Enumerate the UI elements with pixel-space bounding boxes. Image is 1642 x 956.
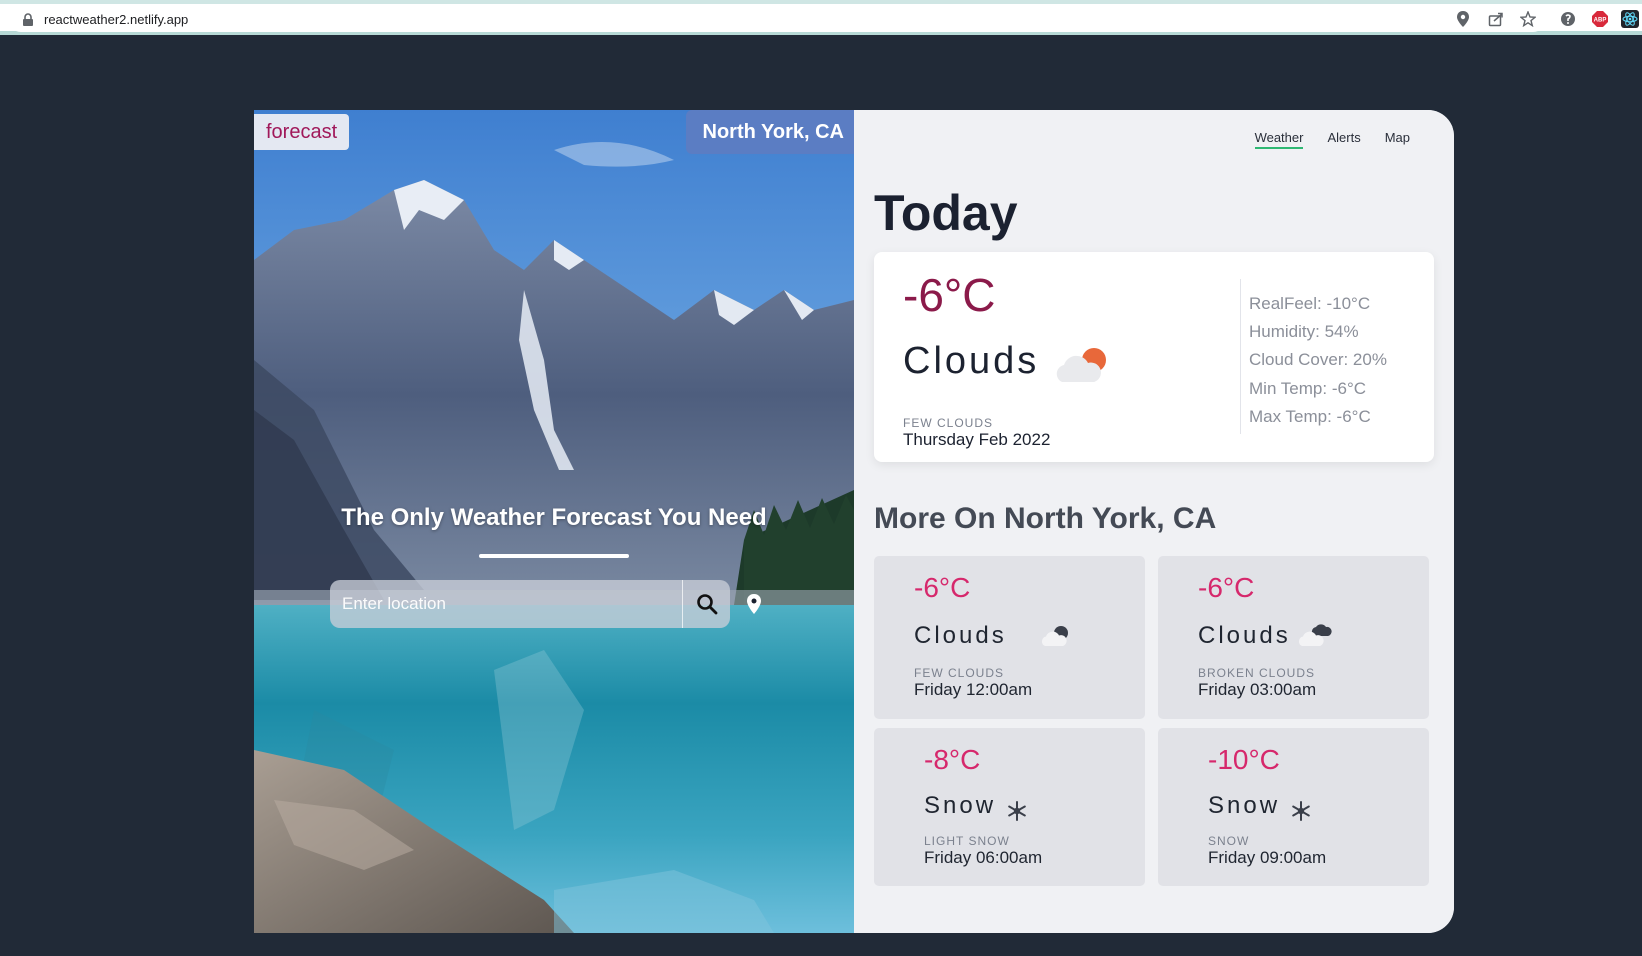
address-bar[interactable]: reactweather2.netlify.app [8, 6, 1546, 32]
weather-panel: Weather Alerts Map Today -6°C Clouds few… [854, 110, 1454, 933]
partly-cloudy-icon [1056, 348, 1106, 382]
search-bar [330, 580, 730, 628]
forecast-condition: Snow [1208, 792, 1281, 819]
adblock-icon[interactable]: ABP [1590, 9, 1610, 29]
nav-alerts[interactable]: Alerts [1327, 130, 1360, 149]
nav-weather[interactable]: Weather [1254, 130, 1304, 149]
cloud-cover-value: Cloud Cover: 20% [1249, 350, 1387, 370]
forecast-condition: Snow [924, 792, 997, 819]
forecast-card: -8°C Snow light snow Friday 06:00am [874, 728, 1145, 886]
main-nav: Weather Alerts Map [1254, 130, 1410, 149]
today-card: -6°C Clouds few clouds Thursday Feb 2022… [874, 252, 1434, 462]
today-details-list: RealFeel: -10°C Humidity: 54% Cloud Cove… [1249, 290, 1387, 431]
today-temperature: -6°C [903, 269, 996, 321]
forecast-condition: Clouds [914, 622, 1007, 649]
more-on-heading: More On North York, CA [874, 502, 1217, 535]
min-temp-value: Min Temp: -6°C [1249, 378, 1367, 398]
url-text[interactable]: reactweather2.netlify.app [44, 12, 188, 27]
forecast-time: Friday 06:00am [924, 848, 1043, 867]
forecast-description: few clouds [914, 666, 1005, 680]
location-icon[interactable] [1453, 9, 1473, 29]
details-divider [1240, 279, 1241, 434]
hero-section: forecast North York, CA The Only Weather… [254, 110, 854, 933]
current-location-label: North York, CA [685, 110, 854, 154]
forecast-time: Friday 09:00am [1208, 848, 1327, 867]
location-search-input[interactable] [330, 580, 682, 628]
forecast-card: -10°C Snow snow Friday 09:00am [1158, 728, 1429, 886]
forecast-time: Friday 12:00am [914, 680, 1033, 699]
browser-toolbar: reactweather2.netlify.app ABP [0, 4, 1642, 35]
snowflake-icon [1008, 801, 1026, 821]
extension-icon[interactable] [1558, 9, 1578, 29]
nav-map[interactable]: Map [1385, 130, 1410, 149]
brand-logo[interactable]: forecast [254, 114, 350, 150]
hero-tagline: The Only Weather Forecast You Need [341, 504, 767, 531]
adblock-label: ABP [1594, 18, 1607, 24]
forecast-description: broken clouds [1198, 666, 1316, 680]
forecast-temperature: -6°C [914, 572, 971, 603]
forecast-temperature: -10°C [1208, 744, 1280, 775]
today-condition: Clouds [903, 340, 1040, 382]
forecast-temperature: -8°C [924, 744, 981, 775]
max-temp-value: Max Temp: -6°C [1249, 406, 1371, 426]
today-heading: Today [874, 185, 1018, 241]
forecast-description: snow [1208, 834, 1250, 848]
weather-app: forecast North York, CA The Only Weather… [254, 110, 1454, 933]
forecast-temperature: -6°C [1198, 572, 1255, 603]
forecast-condition: Clouds [1198, 622, 1291, 649]
react-devtools-icon[interactable] [1620, 9, 1640, 29]
location-pin-icon [747, 594, 761, 614]
search-icon [696, 594, 717, 615]
geolocate-button[interactable] [743, 591, 765, 617]
few-clouds-night-icon [1041, 626, 1068, 646]
today-date: Thursday Feb 2022 [903, 430, 1051, 449]
star-icon[interactable] [1518, 9, 1538, 29]
realfeel-value: RealFeel: -10°C [1249, 294, 1371, 313]
forecast-card: -6°C Clouds few clouds Friday 12:00am [874, 556, 1145, 719]
forecast-time: Friday 03:00am [1198, 680, 1317, 699]
tagline-underline [479, 554, 629, 558]
forecast-card: -6°C Clouds broken clouds Friday 03:00am [1158, 556, 1429, 719]
humidity-value: Humidity: 54% [1249, 322, 1359, 342]
forecast-description: light snow [924, 834, 1010, 848]
today-description: few clouds [903, 416, 994, 430]
broken-clouds-icon [1298, 624, 1332, 646]
share-icon[interactable] [1486, 9, 1506, 29]
snowflake-icon [1292, 801, 1310, 821]
lock-icon [23, 13, 33, 26]
search-button[interactable] [682, 580, 730, 628]
